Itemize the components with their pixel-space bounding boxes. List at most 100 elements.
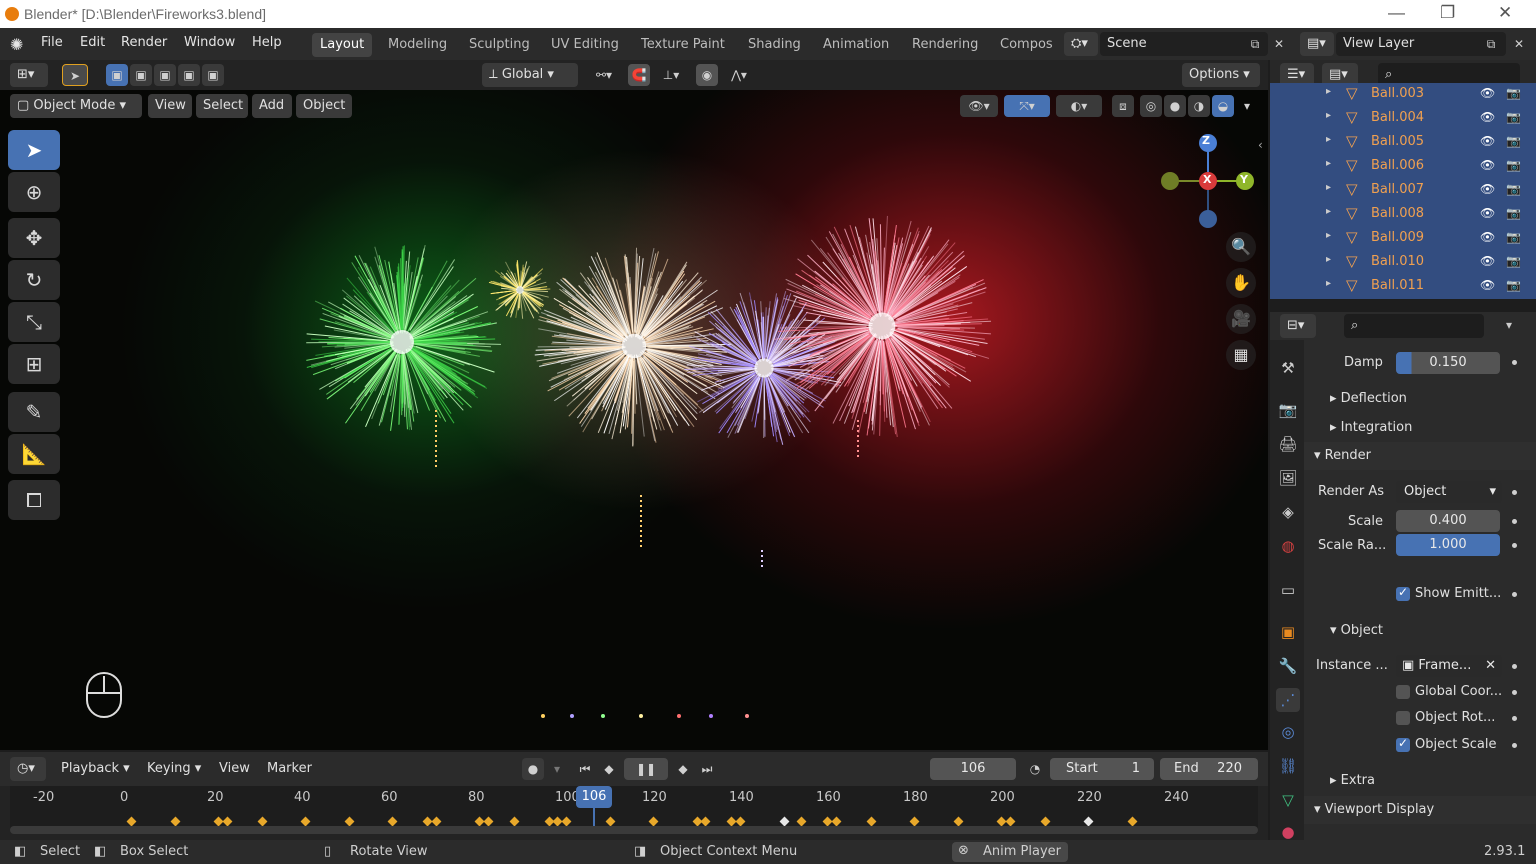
maximize-button[interactable]: ❐ — [1440, 3, 1455, 23]
visibility-eye-icon[interactable]: 👁 — [1480, 86, 1495, 100]
3d-viewport[interactable] — [0, 90, 1268, 750]
keyframe-diamond-icon[interactable] — [779, 816, 789, 827]
clear-instance-icon[interactable]: ✕ — [1485, 655, 1496, 677]
pause-icon[interactable]: ❚❚ — [624, 758, 668, 780]
render-as-dot[interactable] — [1512, 490, 1517, 495]
modifier-tab-icon[interactable]: 🔧 — [1276, 654, 1300, 678]
visibility-eye-icon[interactable]: 👁 — [1480, 158, 1495, 172]
expand-arrow-icon[interactable]: ▸ — [1326, 254, 1331, 265]
damp-keyframe-dot[interactable] — [1512, 360, 1517, 365]
scale-field[interactable]: 0.400 — [1396, 510, 1500, 532]
expand-arrow-icon[interactable]: ▸ — [1326, 134, 1331, 145]
minimize-button[interactable]: — — [1388, 3, 1405, 23]
timeline-editor-icon[interactable]: ◷▾ — [10, 757, 46, 781]
close-button[interactable]: ✕ — [1498, 3, 1512, 23]
keyframe-diamond-icon[interactable] — [735, 816, 746, 827]
options-dropdown[interactable]: Options ▾ — [1182, 63, 1260, 87]
tab-modeling[interactable]: Modeling — [380, 33, 455, 57]
keyframe-diamond-icon[interactable] — [866, 816, 876, 827]
outliner-row[interactable]: ▸ ▽ Ball.003 👁 📷 — [1270, 83, 1536, 107]
visibility-eye-icon[interactable]: 👁 — [1480, 134, 1495, 148]
camera-view-icon[interactable]: 🎥 — [1226, 304, 1256, 334]
keyframe-diamond-icon[interactable] — [605, 816, 615, 827]
visibility-eye-icon[interactable]: 👁 — [1480, 230, 1495, 244]
proportional-edit-icon[interactable]: ◉ — [696, 64, 718, 86]
tab-sculpting[interactable]: Sculpting — [461, 33, 538, 57]
viewport-menu-object[interactable]: Object — [296, 94, 352, 118]
viewport-menu-view[interactable]: View — [148, 94, 192, 118]
keyframe-diamond-icon[interactable] — [509, 816, 520, 827]
viewlayer-selector-icon[interactable]: ▤▾ — [1300, 32, 1334, 56]
visibility-eye-icon[interactable]: 👁 — [1480, 278, 1495, 292]
menu-window[interactable]: Window — [184, 35, 235, 50]
tab-animation[interactable]: Animation — [815, 33, 897, 57]
scale-random-field[interactable]: 1.000 — [1396, 534, 1500, 556]
outliner-row[interactable]: ▸ ▽ Ball.011 👁 📷 — [1270, 275, 1536, 299]
zoom-icon[interactable]: 🔍 — [1226, 232, 1256, 262]
keyframe-diamond-icon[interactable] — [170, 816, 180, 827]
menu-render[interactable]: Render — [121, 35, 167, 50]
xray-icon[interactable]: ⧈ — [1112, 95, 1134, 117]
render-tab-icon[interactable]: 📷 — [1276, 398, 1300, 422]
expand-arrow-icon[interactable]: ▸ — [1326, 110, 1331, 121]
keyframe-diamond-icon[interactable] — [909, 816, 920, 827]
measure-tool-icon[interactable]: 📐 — [8, 434, 60, 474]
outliner-row[interactable]: ▸ ▽ Ball.009 👁 📷 — [1270, 227, 1536, 251]
material-shading-icon[interactable]: ◑ — [1188, 95, 1210, 117]
sidebar-toggle-icon[interactable]: ‹ — [1258, 138, 1263, 152]
outliner-item-name[interactable]: Ball.003 — [1371, 86, 1424, 101]
object-scale-dot[interactable] — [1512, 743, 1517, 748]
outliner-item-name[interactable]: Ball.005 — [1371, 134, 1424, 149]
gizmo-toggle-icon[interactable]: ⤧▾ — [1004, 95, 1050, 117]
auto-keying-options-icon[interactable]: ▾ — [546, 758, 568, 780]
outliner-item-name[interactable]: Ball.011 — [1371, 278, 1424, 293]
properties-editor-icon[interactable]: ⊟▾ — [1280, 314, 1316, 338]
keyframe-diamond-icon[interactable] — [796, 816, 807, 827]
ortho-grid-icon[interactable]: ▦ — [1226, 340, 1256, 370]
pan-hand-icon[interactable]: ✋ — [1226, 268, 1256, 298]
tab-compositing[interactable]: Compos — [992, 33, 1061, 57]
render-camera-icon[interactable]: 📷 — [1506, 134, 1521, 148]
select-mode-subtract-icon[interactable]: ▣ — [154, 64, 176, 86]
expand-arrow-icon[interactable]: ▸ — [1326, 206, 1331, 217]
visibility-icon[interactable]: 👁▾ — [960, 95, 998, 117]
keyframe-diamond-icon[interactable] — [222, 816, 233, 827]
next-keyframe-icon[interactable]: ◆ — [672, 758, 694, 780]
keyframe-diamond-icon[interactable] — [1083, 816, 1094, 827]
keyframe-diamond-icon[interactable] — [561, 816, 572, 827]
start-frame-field[interactable]: Start 1 — [1050, 758, 1154, 780]
playback-menu[interactable]: Playback ▾ — [54, 757, 138, 781]
integration-panel[interactable]: ▸ Integration — [1330, 420, 1412, 435]
instance-object-field[interactable]: ▣ Frame... ✕ — [1396, 655, 1502, 677]
object-rot-checkbox[interactable] — [1396, 711, 1410, 725]
rendered-shading-icon[interactable]: ◒ — [1212, 95, 1234, 117]
outliner-row[interactable]: ▸ ▽ Ball.007 👁 📷 — [1270, 179, 1536, 203]
tab-rendering[interactable]: Rendering — [904, 33, 986, 57]
scene-field[interactable]: Scene — [1100, 32, 1268, 56]
outliner-row[interactable]: ▸ ▽ Ball.010 👁 📷 — [1270, 251, 1536, 275]
add-cube-tool-icon[interactable]: ⧠ — [8, 480, 60, 520]
annotate-tool-icon[interactable]: ✎ — [8, 392, 60, 432]
viewport-menu-select[interactable]: Select — [196, 94, 248, 118]
prev-keyframe-icon[interactable]: ◆ — [598, 758, 620, 780]
visibility-eye-icon[interactable]: 👁 — [1480, 254, 1495, 268]
damp-field[interactable]: 0.150 — [1396, 352, 1500, 374]
editor-type-icon[interactable]: ⊞▾ — [10, 63, 48, 87]
scale-tool-icon[interactable]: ⤡ — [8, 302, 60, 342]
keyframe-diamond-icon[interactable] — [1040, 816, 1050, 827]
render-camera-icon[interactable]: 📷 — [1506, 254, 1521, 268]
render-camera-icon[interactable]: 📷 — [1506, 110, 1521, 124]
visibility-eye-icon[interactable]: 👁 — [1480, 110, 1495, 124]
jump-to-start-icon[interactable]: ⏮ — [574, 758, 596, 780]
transform-tool-icon[interactable]: ⊞ — [8, 344, 60, 384]
global-coord-dot[interactable] — [1512, 690, 1517, 695]
marker-menu[interactable]: Marker — [260, 757, 322, 781]
render-camera-icon[interactable]: 📷 — [1506, 86, 1521, 100]
render-camera-icon[interactable]: 📷 — [1506, 182, 1521, 196]
snap-target-icon[interactable]: ⊥▾ — [652, 64, 690, 86]
outliner-item-name[interactable]: Ball.006 — [1371, 158, 1424, 173]
overlays-icon[interactable]: ◐▾ — [1056, 95, 1102, 117]
pivot-point-icon[interactable]: ⚯▾ — [586, 64, 622, 86]
object-tab-icon[interactable]: ▣ — [1276, 620, 1300, 644]
object-scale-checkbox[interactable] — [1396, 736, 1410, 752]
